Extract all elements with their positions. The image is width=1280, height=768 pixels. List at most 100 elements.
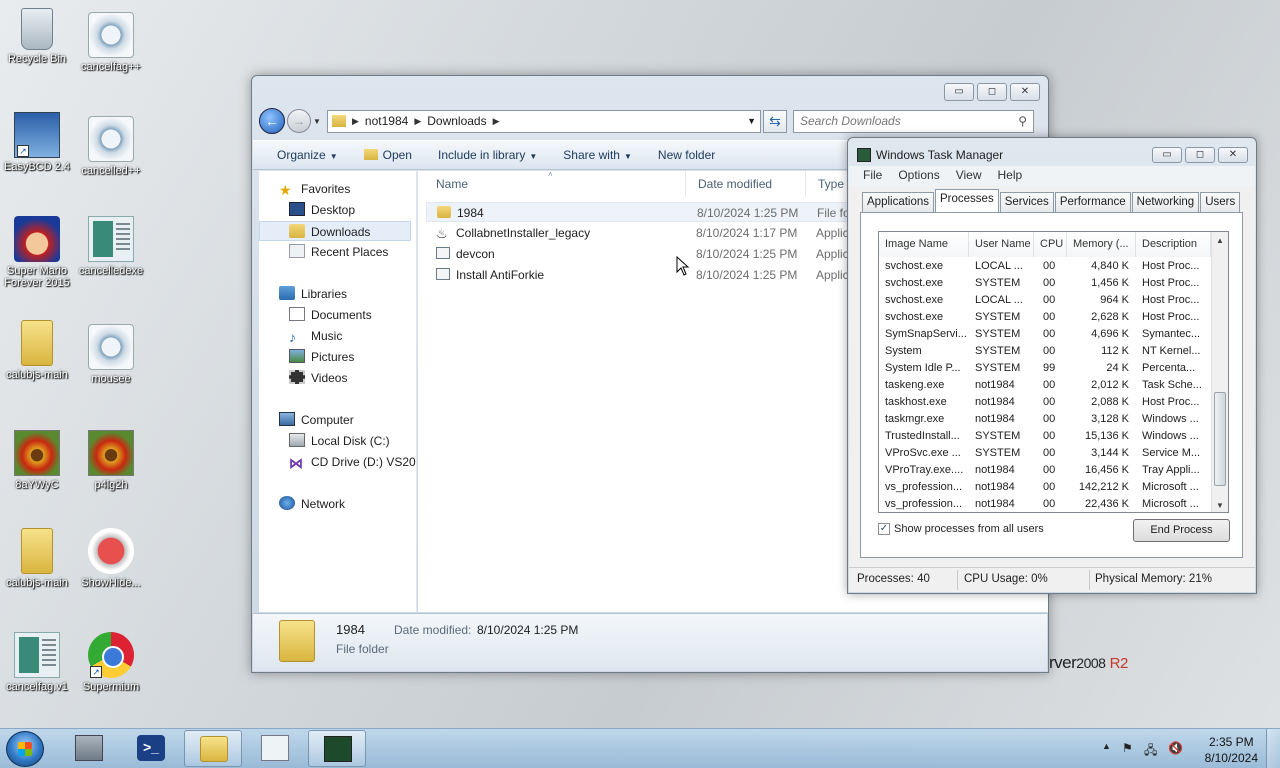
process-row[interactable]: VProSvc.exe ... SYSTEM 00 3,144 K Service M.… (879, 445, 1211, 462)
process-row[interactable]: taskmgr.exe not1984 00 3,128 K Windows ... (879, 411, 1211, 428)
nav-libraries[interactable]: Libraries (279, 284, 347, 304)
tab-performance[interactable]: Performance (1054, 192, 1131, 212)
tab-applications[interactable]: Applications (862, 192, 935, 212)
menu-view[interactable]: View (948, 166, 990, 186)
action-center-flag-icon[interactable]: ⚑ (1122, 741, 1133, 755)
taskbar-app[interactable] (246, 730, 304, 767)
tab-users[interactable]: Users (1200, 192, 1241, 212)
nav-music[interactable]: ♪ Music (289, 326, 342, 346)
process-row[interactable]: svchost.exe SYSTEM 00 2,628 K Host Proc... (879, 309, 1211, 326)
clock[interactable]: 2:35 PM 8/10/2024 (1205, 734, 1258, 766)
taskbar-powershell[interactable]: >_ (122, 730, 180, 767)
file-name: 1984 (437, 203, 692, 223)
process-row[interactable]: System SYSTEM 00 112 K NT Kernel... (879, 343, 1211, 360)
column-header-memory[interactable]: Memory (... (1067, 232, 1136, 257)
minimize-button[interactable]: ▭ (1152, 147, 1182, 163)
column-header-date[interactable]: Date modified (686, 171, 806, 197)
menu-help[interactable]: Help (990, 166, 1031, 186)
taskbar-server-manager[interactable] (60, 730, 118, 767)
desktop-icon-recycle-bin[interactable]: Recycle Bin (0, 8, 74, 65)
vertical-scrollbar[interactable]: ▲ ▼ (1211, 232, 1228, 512)
process-row[interactable]: System Idle P... SYSTEM 99 24 K Percenta... (879, 360, 1211, 377)
maximize-button[interactable]: ◻ (1185, 147, 1215, 163)
column-header-user-name[interactable]: User Name (969, 232, 1034, 257)
recent-pages-dropdown[interactable]: ▼ (311, 117, 323, 126)
process-row[interactable]: vs_profession... not1984 00 22,436 K Microso… (879, 496, 1211, 512)
desktop-icon-8aywyc[interactable]: 8aYWyC (0, 430, 74, 491)
process-row[interactable]: VProTray.exe.... not1984 00 16,456 K Tray Ap… (879, 462, 1211, 479)
process-list[interactable]: Image Name User Name CPU Memory (... Des… (878, 231, 1229, 513)
process-row[interactable]: svchost.exe SYSTEM 00 1,456 K Host Proc... (879, 275, 1211, 292)
column-header-description[interactable]: Description (1136, 232, 1211, 257)
volume-muted-icon[interactable]: 🔇 (1168, 741, 1183, 755)
open-button[interactable]: Open (350, 144, 422, 166)
desktop-icon-cancelledexe[interactable]: cancelledexe (74, 216, 148, 277)
close-button[interactable]: ✕ (1010, 83, 1040, 101)
tab-processes[interactable]: Processes (935, 189, 999, 212)
desktop-icon-cancelfag-v1[interactable]: cancelfag.v1 (0, 632, 74, 693)
show-all-users-checkbox[interactable]: ✓ Show processes from all users (878, 523, 1044, 535)
column-header-name[interactable]: Name ˄ (424, 170, 686, 197)
menu-file[interactable]: File (855, 166, 890, 186)
desktop-icon-calubjs-main[interactable]: calubjs-main (0, 320, 74, 381)
refresh-button[interactable]: ⇆ (763, 109, 787, 133)
new-folder-button[interactable]: New folder (644, 144, 725, 166)
scrollbar-thumb[interactable] (1214, 392, 1226, 486)
nav-desktop[interactable]: Desktop (289, 200, 355, 220)
process-row[interactable]: TrustedInstall... SYSTEM 00 15,136 K Windows… (879, 428, 1211, 445)
nav-cd-drive[interactable]: ⋈ CD Drive (D:) VS2015 (289, 452, 416, 472)
start-button[interactable] (6, 731, 44, 767)
desktop-icon-cancelfag-plus[interactable]: cancelfag++ (74, 12, 148, 73)
menu-options[interactable]: Options (890, 166, 947, 186)
back-button[interactable]: ← (259, 108, 285, 134)
desktop-icon-easybcd[interactable]: ↗ EasyBCD 2.4 (0, 112, 74, 173)
tab-networking[interactable]: Networking (1131, 192, 1200, 212)
desktop-icon-cancelled-plus[interactable]: cancelled++ (74, 116, 148, 177)
desktop-icon-mousee[interactable]: mousee (74, 324, 148, 385)
desktop-icon-supermium[interactable]: ↗ Supermium (74, 632, 148, 693)
share-with-button[interactable]: Share with ▼ (549, 144, 642, 166)
process-row[interactable]: svchost.exe LOCAL ... 00 4,840 K Host Proc..… (879, 258, 1211, 275)
column-header-image-name[interactable]: Image Name (879, 232, 969, 257)
nav-pictures[interactable]: Pictures (289, 347, 354, 367)
end-process-button[interactable]: End Process (1133, 519, 1230, 542)
nav-downloads[interactable]: Downloads (259, 221, 411, 241)
tab-services[interactable]: Services (999, 192, 1054, 212)
process-row[interactable]: vs_profession... not1984 00 142,212 K Micros… (879, 479, 1211, 496)
scroll-up-arrow-icon[interactable]: ▲ (1212, 232, 1228, 249)
process-row[interactable]: SymSnapServi... SYSTEM 00 4,696 K Symantec..… (879, 326, 1211, 343)
process-row[interactable]: taskeng.exe not1984 00 2,012 K Task Sche... (879, 377, 1211, 394)
nav-network[interactable]: Network (279, 494, 345, 514)
taskbar-explorer[interactable] (184, 730, 242, 767)
show-desktop-button[interactable] (1266, 729, 1280, 768)
maximize-button[interactable]: ◻ (977, 83, 1007, 101)
nav-favorites[interactable]: ★ Favorites (279, 179, 350, 199)
breadcrumb-segment[interactable]: Downloads (427, 114, 486, 128)
include-in-library-button[interactable]: Include in library ▼ (424, 144, 547, 166)
taskbar-task-manager[interactable] (308, 730, 366, 767)
process-row[interactable]: svchost.exe LOCAL ... 00 964 K Host Proc... (879, 292, 1211, 309)
nav-local-disk[interactable]: Local Disk (C:) (289, 431, 390, 451)
forward-button[interactable]: → (287, 109, 311, 133)
search-input[interactable]: Search Downloads ⚲ (793, 109, 1034, 133)
organize-button[interactable]: Organize ▼ (263, 144, 348, 166)
desktop-icon-p4lg2h[interactable]: p4lg2h (74, 430, 148, 491)
scroll-down-arrow-icon[interactable]: ▼ (1212, 497, 1228, 512)
address-bar[interactable]: ▶ not1984 ▶ Downloads ▶ ▼ (327, 109, 761, 133)
network-tray-icon[interactable]: 🖧 (1144, 741, 1157, 762)
desktop-icon-super-mario[interactable]: Super Mario Forever 2015 (0, 216, 74, 289)
nav-label: Music (311, 329, 343, 343)
nav-videos[interactable]: Videos (289, 368, 347, 388)
nav-recent-places[interactable]: Recent Places (289, 242, 388, 262)
nav-documents[interactable]: Documents (289, 305, 372, 325)
nav-computer[interactable]: Computer (279, 410, 354, 430)
chevron-down-icon[interactable]: ▼ (747, 116, 756, 126)
close-button[interactable]: ✕ (1218, 147, 1248, 163)
process-row[interactable]: taskhost.exe not1984 00 2,088 K Host Proc... (879, 394, 1211, 411)
column-header-cpu[interactable]: CPU (1034, 232, 1067, 257)
desktop-icon-showhide[interactable]: ShowHide... (74, 528, 148, 589)
breadcrumb-segment[interactable]: not1984 (365, 114, 408, 128)
desktop-icon-calubjs-main-zip[interactable]: calubjs-main (0, 528, 74, 589)
show-hidden-icons-icon[interactable]: ▲ (1102, 741, 1111, 751)
minimize-button[interactable]: ▭ (944, 83, 974, 101)
